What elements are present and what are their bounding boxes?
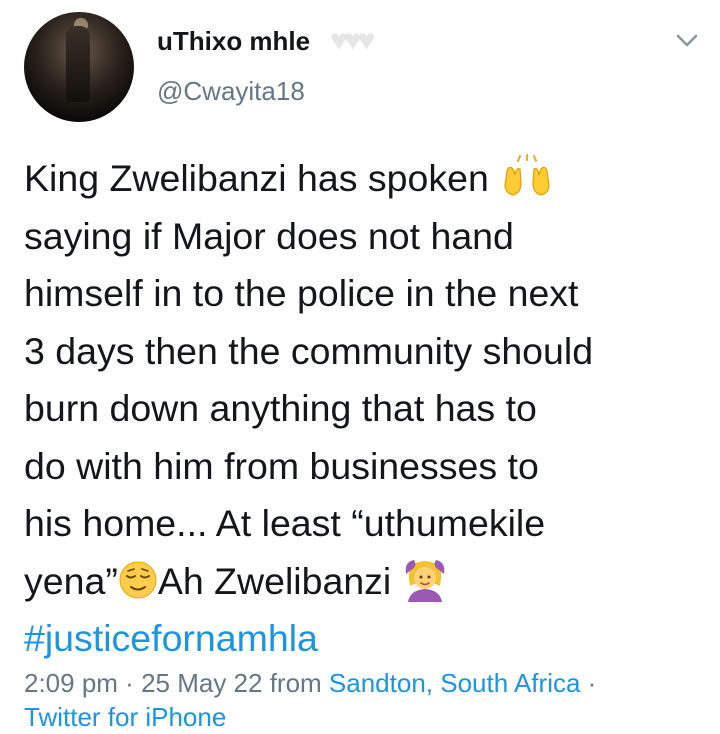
woman-gesturing-ok-emoji bbox=[405, 559, 445, 602]
tweet-line: do with him from businesses to bbox=[24, 444, 539, 487]
tweet-line: Ah Zwelibanzi bbox=[157, 559, 392, 602]
white-hearts-emoji: ♥♥♥ bbox=[330, 24, 375, 57]
tweet-time[interactable]: 2:09 pm bbox=[24, 668, 118, 698]
avatar[interactable] bbox=[24, 12, 134, 122]
hashtag-link[interactable]: #justicefornamhla bbox=[24, 617, 318, 659]
tweet-line: King Zwelibanzi has spoken bbox=[24, 157, 489, 199]
tweet-card: uThixo mhle ♥♥♥ @Cwayita18 King Zweliban… bbox=[0, 0, 720, 732]
chevron-down-icon[interactable] bbox=[674, 30, 700, 52]
tweet-line: yena” bbox=[24, 559, 118, 602]
tweet-line: saying if Major does not hand bbox=[24, 214, 514, 257]
tweet-date[interactable]: 25 May 22 bbox=[141, 668, 262, 698]
tweet-line: 3 days then the community should bbox=[24, 329, 594, 372]
user-handle[interactable]: @Cwayita18 bbox=[157, 76, 305, 107]
source-link[interactable]: Twitter for iPhone bbox=[24, 702, 226, 732]
meta-separator: · bbox=[580, 668, 597, 698]
tweet-line: burn down anything that has to bbox=[24, 387, 537, 429]
relieved-face-emoji bbox=[119, 561, 157, 598]
raising-hands-emoji bbox=[504, 154, 550, 196]
from-label: from bbox=[262, 668, 329, 698]
tweet-line: his home... At least “uthumekile bbox=[24, 502, 546, 544]
tweet-line: himself in to the police in the next bbox=[24, 272, 579, 314]
location-link[interactable]: Sandton, South Africa bbox=[329, 668, 581, 698]
tweet-text: King Zwelibanzi has spoken saying if Maj… bbox=[24, 150, 714, 668]
tweet-meta: 2:09 pm · 25 May 22 from Sandton, South … bbox=[24, 666, 714, 734]
meta-separator: · bbox=[117, 668, 142, 698]
avatar-figure bbox=[66, 26, 90, 102]
display-name[interactable]: uThixo mhle bbox=[157, 26, 310, 57]
